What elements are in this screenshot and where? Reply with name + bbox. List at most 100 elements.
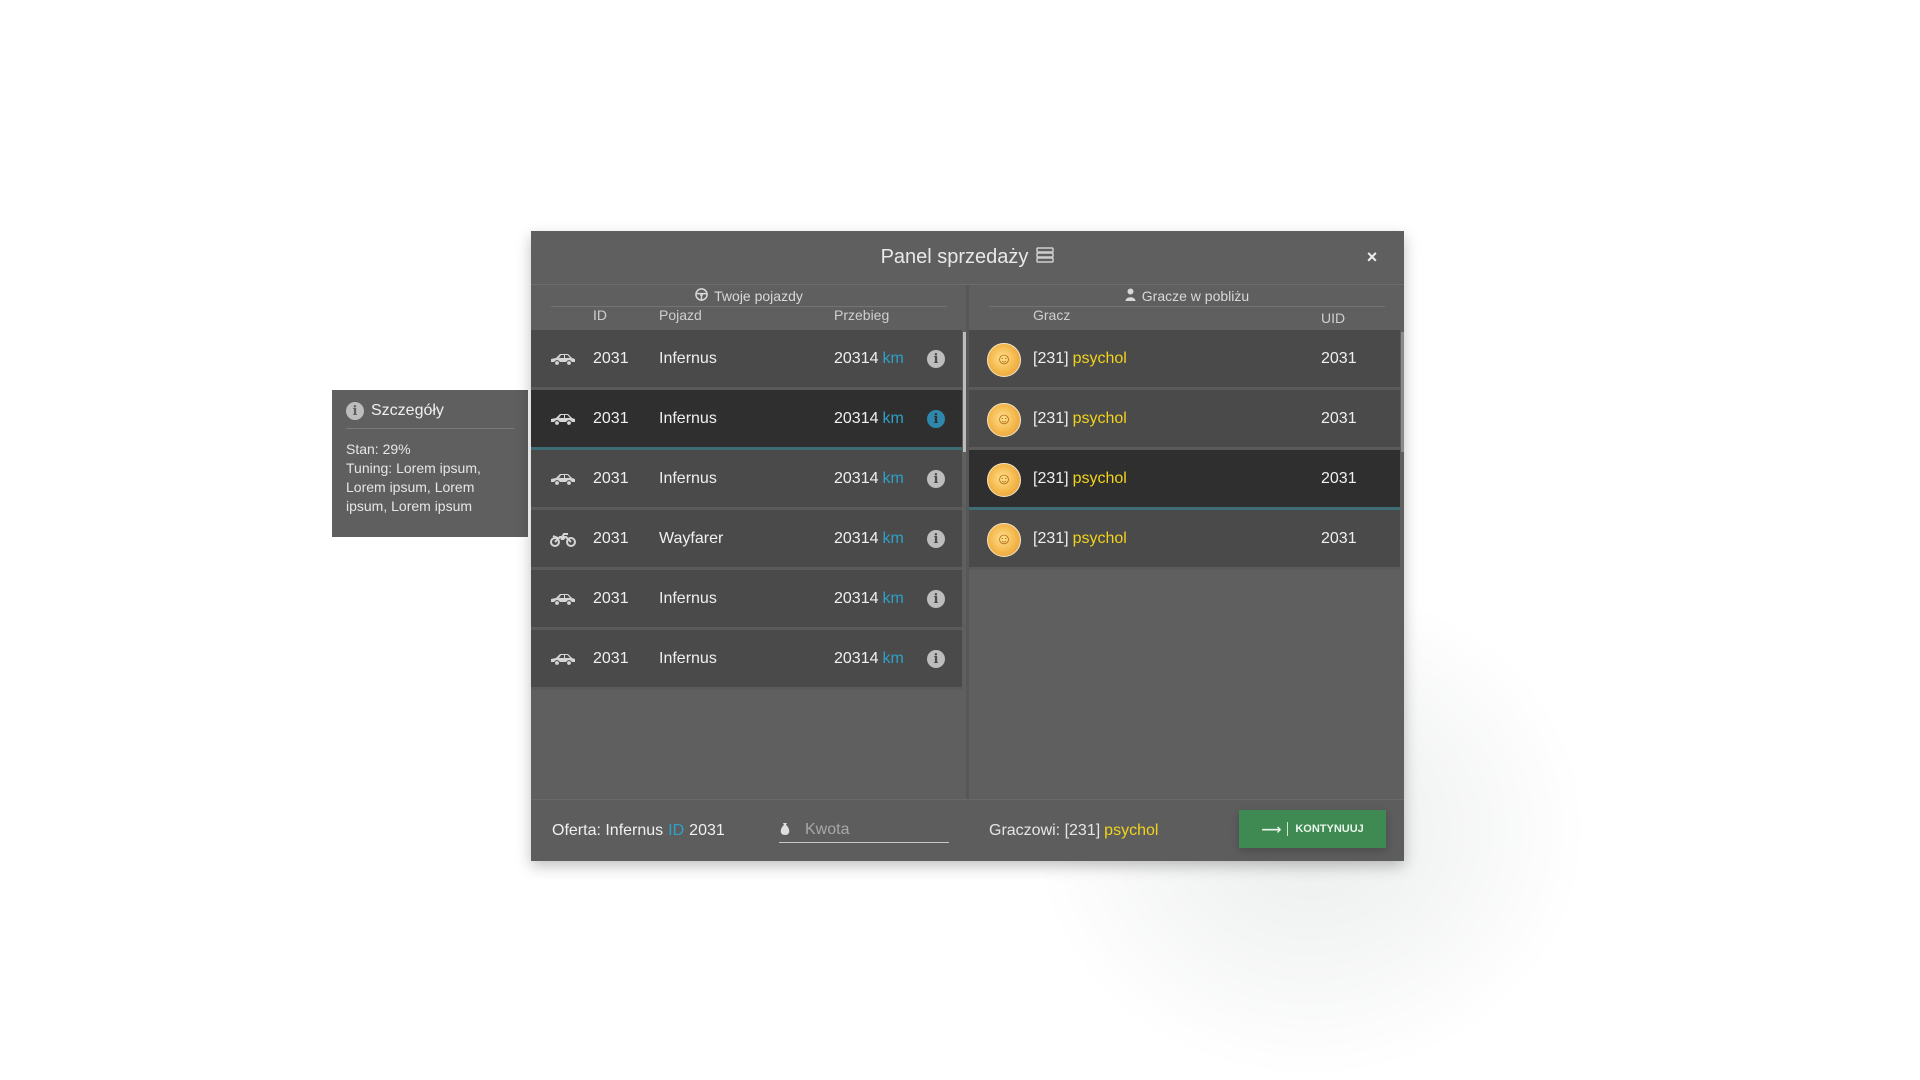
players-section-label: Gracze w pobliżu xyxy=(1141,287,1250,304)
player-uid: 2031 xyxy=(1321,469,1357,487)
vehicle-id: 2031 xyxy=(593,649,629,667)
mileage-unit: km xyxy=(882,529,904,547)
vehicle-name: Infernus xyxy=(659,349,717,367)
vehicles-section-label: Twoje pojazdy xyxy=(714,287,803,304)
tooltip-title: Szczegóły xyxy=(371,402,444,419)
info-icon[interactable]: i xyxy=(927,470,945,488)
to-player-name: psychol xyxy=(1104,821,1159,839)
offer-vehicle: Infernus xyxy=(605,821,664,839)
continue-button[interactable]: ⟶ KONTYNUUJ xyxy=(1239,810,1386,848)
continue-label: KONTYNUUJ xyxy=(1295,823,1364,835)
player-row[interactable]: ☺ [231] psychol 2031 xyxy=(969,450,1400,510)
mileage-value: 20314 xyxy=(834,469,879,487)
player-uid: 2031 xyxy=(1321,409,1357,427)
sales-panel: Panel sprzedaży × Twoje pojazdy ID Pojaz… xyxy=(531,231,1404,861)
player-tag: [231] xyxy=(1033,409,1069,427)
vehicle-mileage: 20314 km xyxy=(834,450,904,507)
to-player-tag: [231] xyxy=(1064,821,1101,839)
vehicle-row[interactable]: 2031 Wayfarer 20314 km i xyxy=(531,510,962,570)
car-icon xyxy=(549,570,577,627)
state-value: 29% xyxy=(382,441,411,457)
player-name: psychol xyxy=(1072,349,1127,367)
player-label: [231] psychol xyxy=(1033,390,1127,447)
player-label: [231] psychol xyxy=(1033,330,1127,387)
player-row[interactable]: ☺ [231] psychol 2031 xyxy=(969,330,1400,390)
player-label: [231] psychol xyxy=(1033,510,1127,567)
info-icon: i xyxy=(346,402,364,420)
panel-footer: Oferta: InfernusID2031 Graczowi: [231]ps… xyxy=(531,799,1404,861)
offer-id-label: ID xyxy=(668,821,685,839)
panel-header: Panel sprzedaży xyxy=(531,231,1404,285)
vehicle-row[interactable]: 2031 Infernus 20314 km i xyxy=(531,630,962,690)
players-scrollbar[interactable] xyxy=(1401,332,1404,452)
info-icon[interactable]: i xyxy=(927,590,945,608)
info-icon[interactable]: i xyxy=(927,650,945,668)
button-separator xyxy=(1287,822,1289,836)
col-header-vehicle[interactable]: Pojazd xyxy=(659,307,702,323)
state-label: Stan: xyxy=(346,441,379,457)
tooltip-body: Stan: 29% Tuning: Lorem ipsum, Lorem ips… xyxy=(346,440,518,516)
info-icon[interactable]: i xyxy=(927,350,945,368)
vehicle-row[interactable]: 2031 Infernus 20314 km i xyxy=(531,570,962,630)
steering-wheel-icon xyxy=(695,287,708,304)
mileage-unit: km xyxy=(882,469,904,487)
vehicle-row[interactable]: 2031 Infernus 20314 km i xyxy=(531,390,962,450)
vehicle-name: Infernus xyxy=(659,649,717,667)
player-label: [231] psychol xyxy=(1033,450,1127,507)
player-uid: 2031 xyxy=(1321,349,1357,367)
close-button[interactable]: × xyxy=(1362,247,1382,267)
vehicle-row[interactable]: 2031 Infernus 20314 km i xyxy=(531,330,962,390)
avatar: ☺ xyxy=(987,463,1021,497)
tooltip-header: i Szczegóły xyxy=(346,400,514,429)
players-column: Gracze w pobliżu Gracz UID ☺ [231] psycho… xyxy=(969,285,1404,799)
col-header-mileage[interactable]: Przebieg xyxy=(834,307,889,323)
player-row[interactable]: ☺ [231] psychol 2031 xyxy=(969,510,1400,570)
car-icon xyxy=(549,390,577,447)
tooltip-tuning: Tuning: Lorem ipsum, Lorem ipsum, Lorem … xyxy=(346,459,518,516)
players-section-title: Gracze w pobliżu xyxy=(989,285,1385,307)
offer-summary: Oferta: Infernus ID 2031 xyxy=(552,800,725,861)
player-name: psychol xyxy=(1072,529,1127,547)
user-icon xyxy=(1125,288,1136,304)
mileage-unit: km xyxy=(882,409,904,427)
mileage-value: 20314 xyxy=(834,589,879,607)
vehicle-mileage: 20314 km xyxy=(834,330,904,387)
arrow-right-icon: ⟶ xyxy=(1261,820,1282,837)
col-header-id[interactable]: ID xyxy=(593,307,607,323)
mileage-value: 20314 xyxy=(834,349,879,367)
tooltip-state: Stan: 29% xyxy=(346,440,518,459)
col-header-player[interactable]: Gracz xyxy=(1033,307,1070,323)
vehicle-id: 2031 xyxy=(593,349,629,367)
to-player-label: Graczowi: xyxy=(989,821,1061,839)
car-icon xyxy=(549,450,577,507)
vehicle-name: Infernus xyxy=(659,589,717,607)
avatar: ☺ xyxy=(987,523,1021,557)
vehicle-mileage: 20314 km xyxy=(834,570,904,627)
vehicle-name: Wayfarer xyxy=(659,529,724,547)
vehicle-row[interactable]: 2031 Infernus 20314 km i xyxy=(531,450,962,510)
money-bag-icon xyxy=(779,822,791,839)
motorcycle-icon xyxy=(549,510,577,567)
vehicle-mileage: 20314 km xyxy=(834,390,904,447)
mileage-unit: km xyxy=(882,349,904,367)
offer-id: 2031 xyxy=(689,821,725,839)
amount-input[interactable] xyxy=(803,820,1014,840)
avatar: ☺ xyxy=(987,343,1021,377)
info-icon[interactable]: i xyxy=(927,530,945,548)
mileage-value: 20314 xyxy=(834,649,879,667)
vehicles-column: Twoje pojazdy ID Pojazd Przebieg 2031 In… xyxy=(531,285,966,799)
player-name: psychol xyxy=(1072,469,1127,487)
amount-field[interactable] xyxy=(779,818,1014,843)
offer-label: Oferta: xyxy=(552,821,601,839)
player-row[interactable]: ☺ [231] psychol 2031 xyxy=(969,390,1400,450)
vehicle-mileage: 20314 km xyxy=(834,630,904,687)
info-icon[interactable]: i xyxy=(927,410,945,428)
vehicle-id: 2031 xyxy=(593,589,629,607)
vehicle-id: 2031 xyxy=(593,469,629,487)
mileage-unit: km xyxy=(882,589,904,607)
col-header-uid[interactable]: UID xyxy=(1321,310,1345,326)
vehicle-name: Infernus xyxy=(659,469,717,487)
vehicle-name: Infernus xyxy=(659,409,717,427)
car-icon xyxy=(549,330,577,387)
vehicle-mileage: 20314 km xyxy=(834,510,904,567)
